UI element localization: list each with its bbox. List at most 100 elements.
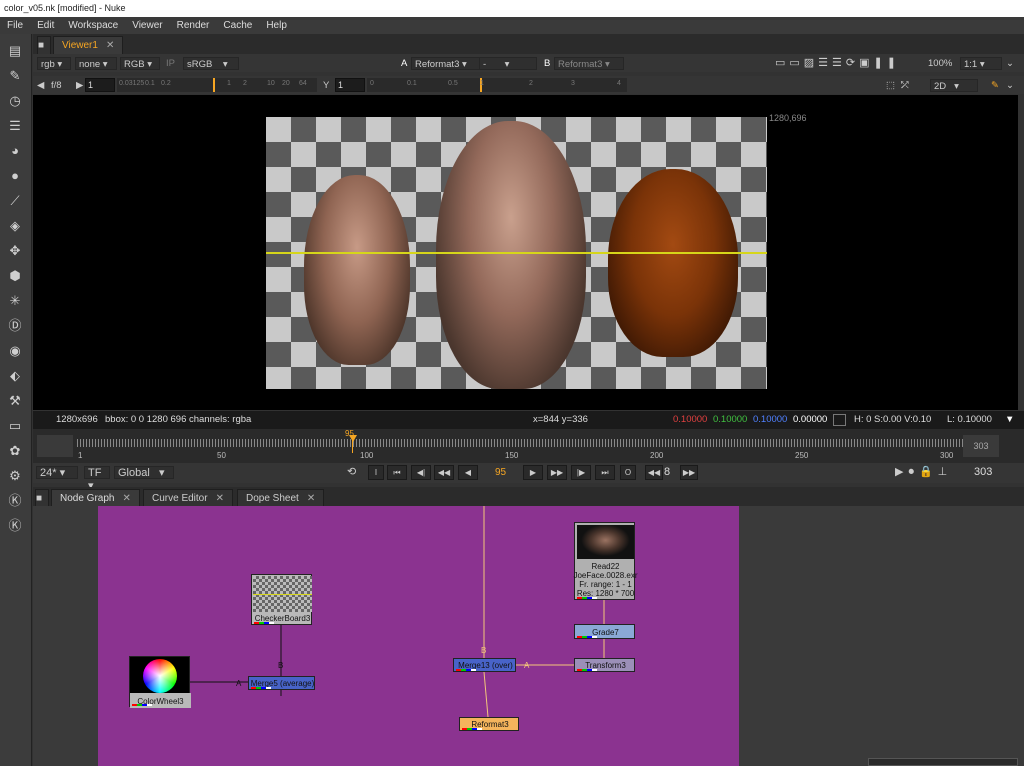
reformat-node[interactable]: Reformat3 [459,717,519,731]
tab-viewer1[interactable]: Viewer1 ✕ [53,36,124,54]
read-node[interactable]: Read22 JoeFace.0028.exr Fr. range: 1 - 1… [573,522,638,600]
paint-icon[interactable]: ✎ [6,67,24,85]
3d-icon[interactable]: ⬢ [6,267,24,285]
roi-icon[interactable]: ⬚⤱ [886,79,915,92]
tab-label: Dope Sheet [246,493,299,504]
in-point-button[interactable]: I [368,465,384,480]
air-icon[interactable]: ✿ [6,442,24,460]
gain-slider[interactable]: 0.03125 0.1 0.2 1 2 10 20 64 [117,78,317,92]
tab-dope-sheet[interactable]: Dope Sheet ✕ [237,489,325,507]
play-forward-button[interactable]: ▶ [523,465,543,480]
kinematic-icon[interactable]: Ⓚ [6,492,24,510]
next-keyframe-button[interactable]: |▶ [571,465,591,480]
first-frame-button[interactable]: ⏮ [387,465,407,480]
next-frame-button[interactable]: ▶▶ [547,465,567,480]
step-back-button[interactable]: ◀◀ [645,465,663,480]
display-icon[interactable]: ▤ [6,42,24,60]
b-input-dropdown[interactable]: Reformat3 ▾ [554,57,624,70]
merge-icon[interactable]: ◈ [6,217,24,235]
pixel-r: 0.10000 [673,414,708,425]
end-frame-field[interactable]: 303 [974,466,992,479]
hsv-info: H: 0 S:0.00 V:0.10 [854,414,932,425]
menu-edit[interactable]: Edit [30,17,61,34]
close-icon[interactable]: ✕ [216,493,224,504]
gain-field[interactable]: 1 [85,78,115,92]
keyer-icon[interactable]: ⟋ [6,192,24,210]
expand-icon[interactable]: ⌄ [1006,79,1014,92]
display-channels-dropdown[interactable]: RGB ▾ [120,57,160,70]
gamma-field[interactable]: 1 [335,78,365,92]
a-input-label: A [401,58,408,69]
close-icon[interactable]: ✕ [307,493,315,504]
next-fstop-icon[interactable]: ▶ [76,79,83,92]
timeline-ruler[interactable] [77,439,963,447]
grade-node[interactable]: Grade7 [574,624,635,639]
gain-slider-handle[interactable] [213,78,215,92]
timeline[interactable]: 95 1 50 100 150 200 250 300 303 [33,429,1024,463]
prev-keyframe-button[interactable]: ◀| [411,465,431,480]
views-icon[interactable]: ◉ [6,342,24,360]
zoom-dropdown[interactable]: 100% [928,57,952,70]
gizmo-icon[interactable]: ⚙ [6,467,24,485]
loop-icon[interactable]: ⟲ [347,466,356,479]
alpha-dropdown[interactable]: none ▾ [75,57,117,70]
channel-icon[interactable]: ☰ [6,117,24,135]
menu-help[interactable]: Help [259,17,294,34]
menu-file[interactable]: File [0,17,30,34]
colorwheel-node[interactable]: ColorWheel3 [129,656,191,708]
ip-button[interactable]: IP [166,57,175,70]
merge13-node[interactable]: Merge13 (over) [453,658,516,672]
time-icon[interactable]: ◷ [6,92,24,110]
step-increment-field[interactable]: 8 [664,466,670,479]
merge5-node[interactable]: Merge5 (average) [248,676,315,690]
out-point-button[interactable]: O [620,465,636,480]
checkerboard-node[interactable]: CheckerBoard3 [251,574,312,625]
view-mode-dropdown[interactable]: 2D ▾ [930,79,978,92]
metadata-icon[interactable]: ⬖ [6,367,24,385]
paint-brush-icon[interactable]: ✎ [991,79,999,92]
close-icon[interactable]: ✕ [106,40,114,51]
ab-mode-dropdown[interactable]: - ▾ [479,57,537,70]
close-icon[interactable]: ✕ [122,493,130,504]
tab-curve-editor[interactable]: Curve Editor ✕ [143,489,233,507]
fps-dropdown[interactable]: 24* ▾ [36,466,78,479]
other-icon[interactable]: ⚒ [6,392,24,410]
menu-viewer[interactable]: Viewer [125,17,169,34]
viewer-icon-group[interactable]: ▭▭▨☰☰⟳▣❚❚ [775,57,900,70]
furnace-icon[interactable]: ▭ [6,417,24,435]
scope-dropdown[interactable]: Global ▾ [114,466,174,479]
channels-dropdown[interactable]: rgb ▾ [37,57,71,70]
transform-node[interactable]: Transform3 [574,658,635,672]
tab-node-graph[interactable]: Node Graph ✕ [51,489,140,507]
info-dropdown-icon[interactable]: ▼ [1005,411,1014,429]
prev-fstop-icon[interactable]: ◀ [37,79,44,92]
timeline-start-field[interactable] [37,435,73,457]
ratio-dropdown[interactable]: 1:1 ▾ [960,57,1002,70]
gamma-slider[interactable]: 0 0.1 0.5 1 2 3 4 [367,78,627,92]
prev-frame-button[interactable]: ◀◀ [434,465,454,480]
particles-icon[interactable]: ✳ [6,292,24,310]
flipbook-icons[interactable]: ▶⏺🔒⊥ [895,466,952,479]
menu-cache[interactable]: Cache [216,17,259,34]
pane-menu-icon[interactable]: ■ [37,36,51,54]
timeline-end-field[interactable]: 303 [963,435,999,457]
deep-icon[interactable]: Ⓓ [6,317,24,335]
a-input-dropdown[interactable]: Reformat3 ▾ [411,57,481,70]
play-backward-button[interactable]: ◀ [458,465,478,480]
gain-tick: 0.1 [145,80,155,87]
expand-icon[interactable]: ⌄ [1006,57,1014,70]
current-frame-field[interactable]: 95 [495,466,506,479]
pane-menu-icon[interactable]: ■ [35,489,49,507]
last-frame-button[interactable]: ⏭ [595,465,615,480]
menu-workspace[interactable]: Workspace [61,17,125,34]
lut-dropdown[interactable]: sRGB ▾ [183,57,239,70]
menu-render[interactable]: Render [170,17,217,34]
step-forward-button[interactable]: ▶▶ [680,465,698,480]
tf-dropdown[interactable]: TF ▾ [84,466,110,492]
transform-icon[interactable]: ✥ [6,242,24,260]
backdrop-node[interactable] [98,506,739,766]
filter-icon[interactable]: ● [6,167,24,185]
node-graph-minimap[interactable] [868,758,1018,766]
help-icon[interactable]: Ⓚ [6,517,24,535]
color-icon[interactable]: ◕ [6,142,24,160]
